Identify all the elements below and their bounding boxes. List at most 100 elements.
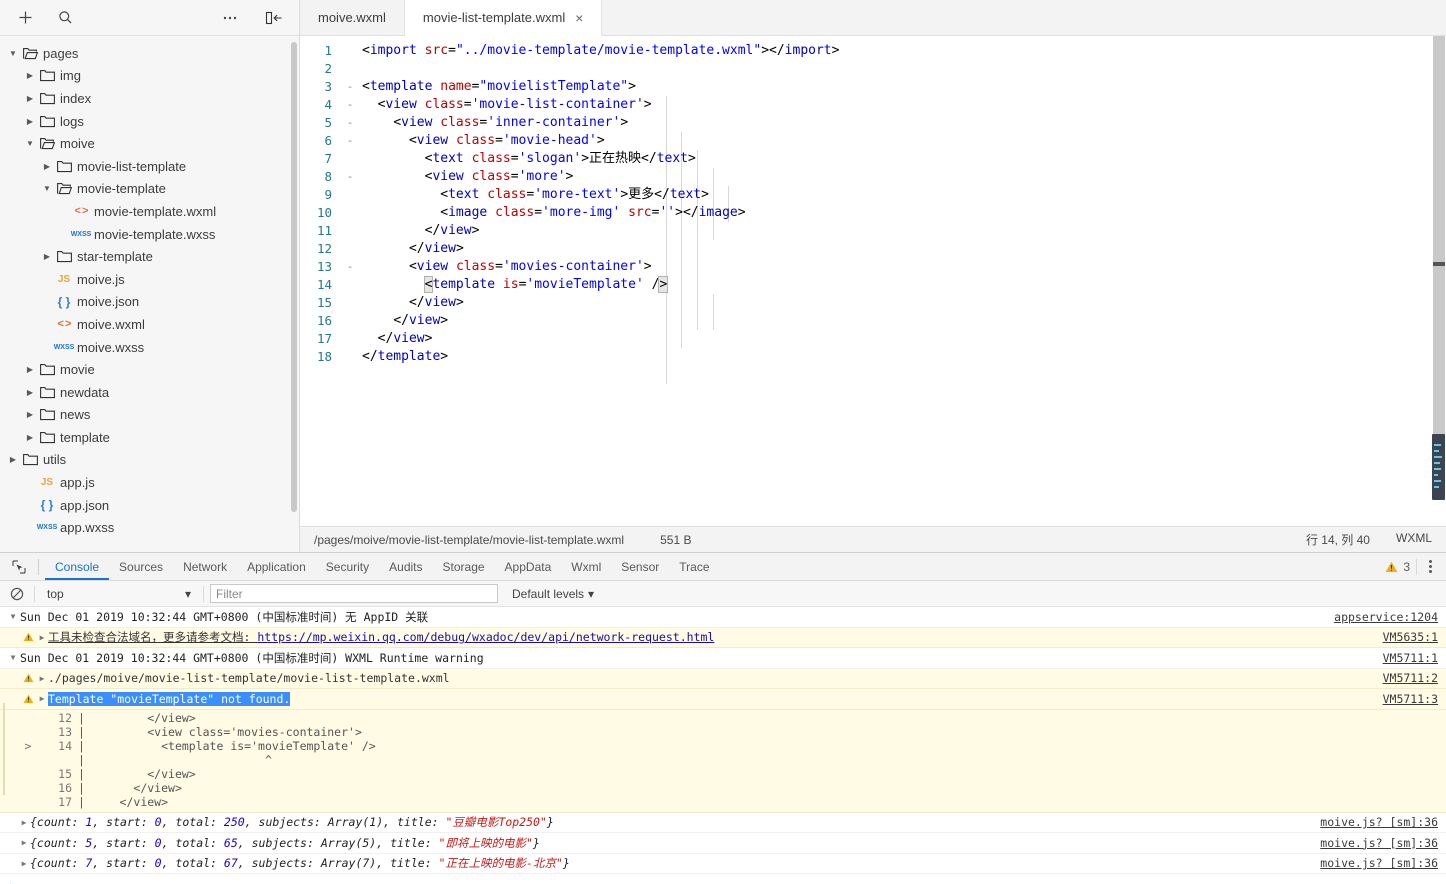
console-source-link[interactable]: VM5711:3 [1383, 692, 1438, 706]
code-line[interactable]: 1<import src="../movie-template/movie-te… [300, 42, 1446, 60]
devtools-more-icon[interactable] [1423, 560, 1438, 573]
search-icon[interactable] [52, 5, 78, 31]
twisty-icon[interactable]: ▶ [23, 410, 37, 419]
devtools-tab-audits[interactable]: Audits [379, 553, 432, 580]
code-line[interactable]: 6- <view class='movie-head'> [300, 132, 1446, 150]
console-source-link[interactable]: moive.js? [sm]:36 [1320, 836, 1438, 850]
console-warning-row-selected[interactable]: ▶Template "movieTemplate" not found.VM57… [0, 689, 1446, 710]
tree-folder-pages[interactable]: ▼pages [0, 42, 299, 65]
tree-file-movie-template.wxml[interactable]: < >movie-template.wxml [0, 200, 299, 223]
console-source-link[interactable]: moive.js? [sm]:36 [1320, 856, 1438, 870]
fold-toggle-icon[interactable] [342, 348, 358, 366]
twisty-icon[interactable]: ▶ [23, 365, 37, 374]
file-tree[interactable]: ▼pages▶img▶index▶logs▼moive▶movie-list-t… [0, 36, 299, 552]
console-source-link[interactable]: moive.js? [sm]:36 [1320, 815, 1438, 829]
console-group-header[interactable]: ▼Sun Dec 01 2019 10:32:44 GMT+0800 (中国标准… [0, 607, 1446, 628]
devtools-tab-security[interactable]: Security [316, 553, 379, 580]
code-line[interactable]: 10 <image class='more-img' src=''></imag… [300, 204, 1446, 222]
devtools-tab-console[interactable]: Console [45, 553, 109, 580]
editor-scrollbar-thumb[interactable] [1433, 36, 1445, 434]
devtools-tab-storage[interactable]: Storage [433, 553, 495, 580]
code-line[interactable]: 9 <text class='more-text'>更多</text> [300, 186, 1446, 204]
console-context-select[interactable]: top ▾ [41, 587, 197, 601]
tree-folder-movie[interactable]: ▶movie [0, 358, 299, 381]
console-object-row[interactable]: ▶{count: 7, start: 0, total: 67, subject… [0, 854, 1446, 875]
fold-toggle-icon[interactable] [342, 60, 358, 78]
twisty-icon[interactable]: ▼ [40, 184, 54, 193]
twisty-icon[interactable]: ▶ [40, 162, 54, 171]
twisty-icon[interactable]: ▶ [23, 94, 37, 103]
code-line[interactable]: 16 </view> [300, 312, 1446, 330]
tree-file-moive.js[interactable]: JSmoive.js [0, 268, 299, 291]
chevron-down-icon[interactable]: ▼ [6, 612, 20, 621]
devtools-tab-sensor[interactable]: Sensor [611, 553, 669, 580]
tree-folder-newdata[interactable]: ▶newdata [0, 381, 299, 404]
fold-toggle-icon[interactable] [342, 330, 358, 348]
chevron-right-icon[interactable]: ▶ [18, 838, 30, 847]
chevron-down-icon[interactable]: ▼ [6, 653, 20, 662]
tree-folder-utils[interactable]: ▶utils [0, 449, 299, 472]
warning-count-badge[interactable]: 3 [1385, 560, 1410, 574]
tree-folder-star-template[interactable]: ▶star-template [0, 245, 299, 268]
tree-file-moive.wxml[interactable]: < >moive.wxml [0, 313, 299, 336]
console-source-link[interactable]: appservice:1204 [1334, 610, 1438, 624]
fold-toggle-icon[interactable] [342, 186, 358, 204]
fold-toggle-icon[interactable]: - [342, 78, 358, 96]
chevron-right-icon[interactable]: ▶ [18, 818, 30, 827]
console-object-row[interactable]: ▶{count: 1, start: 0, total: 250, subjec… [0, 813, 1446, 834]
tree-folder-img[interactable]: ▶img [0, 65, 299, 88]
tree-file-moive.json[interactable]: { }moive.json [0, 291, 299, 314]
code-line[interactable]: 13- <view class='movies-container'> [300, 258, 1446, 276]
close-icon[interactable]: × [575, 11, 583, 25]
code-line[interactable]: 17 </view> [300, 330, 1446, 348]
console-source-link[interactable]: VM5635:1 [1383, 630, 1438, 644]
devtools-tab-appdata[interactable]: AppData [495, 553, 562, 580]
clear-console-icon[interactable] [6, 583, 28, 605]
code-line[interactable]: 15 </view> [300, 294, 1446, 312]
fold-toggle-icon[interactable]: - [342, 132, 358, 150]
code-line[interactable]: 18</template> [300, 348, 1446, 366]
devtools-tab-application[interactable]: Application [237, 553, 316, 580]
chevron-right-icon[interactable]: ▶ [36, 674, 48, 683]
twisty-icon[interactable]: ▶ [23, 117, 37, 126]
tree-file-app.js[interactable]: JSapp.js [0, 471, 299, 494]
console-source-link[interactable]: VM5711:2 [1383, 671, 1438, 685]
editor-tab-moive.wxml[interactable]: moive.wxml [300, 0, 405, 35]
devtools-tab-trace[interactable]: Trace [669, 553, 719, 580]
console-warning-row[interactable]: ▶./pages/moive/movie-list-template/movie… [0, 669, 1446, 690]
fold-toggle-icon[interactable] [342, 276, 358, 294]
editor-scrollbar[interactable] [1432, 36, 1446, 526]
fold-toggle-icon[interactable] [342, 42, 358, 60]
console-warning-row[interactable]: ▶工具未检查合法域名，更多请参考文档: https://mp.weixin.qq… [0, 628, 1446, 649]
fold-toggle-icon[interactable] [342, 204, 358, 222]
console-prompt[interactable]: › [0, 874, 1446, 884]
fold-toggle-icon[interactable]: - [342, 96, 358, 114]
fold-toggle-icon[interactable] [342, 222, 358, 240]
tree-file-moive.wxss[interactable]: WXSSmoive.wxss [0, 336, 299, 359]
more-options-icon[interactable] [217, 5, 243, 31]
code-line[interactable]: 7 <text class='slogan'>正在热映</text> [300, 150, 1446, 168]
console-message-link[interactable]: https://mp.weixin.qq.com/debug/wxadoc/de… [257, 630, 714, 644]
tree-folder-index[interactable]: ▶index [0, 87, 299, 110]
fold-toggle-icon[interactable] [342, 294, 358, 312]
tree-file-movie-template.wxss[interactable]: WXSSmovie-template.wxss [0, 223, 299, 246]
fold-toggle-icon[interactable] [342, 150, 358, 168]
tree-file-app.json[interactable]: { }app.json [0, 494, 299, 517]
devtools-tab-network[interactable]: Network [173, 553, 237, 580]
fold-toggle-icon[interactable]: - [342, 168, 358, 186]
add-file-icon[interactable] [12, 5, 38, 31]
twisty-icon[interactable]: ▶ [23, 388, 37, 397]
console-group-header[interactable]: ▼Sun Dec 01 2019 10:32:44 GMT+0800 (中国标准… [0, 648, 1446, 669]
code-line[interactable]: 5- <view class='inner-container'> [300, 114, 1446, 132]
explorer-scrollbar[interactable] [291, 42, 297, 512]
code-viewport[interactable]: 1<import src="../movie-template/movie-te… [300, 36, 1446, 526]
code-line[interactable]: 12 </view> [300, 240, 1446, 258]
chevron-right-icon[interactable]: ▶ [36, 694, 48, 703]
tree-folder-movie-list-template[interactable]: ▶movie-list-template [0, 155, 299, 178]
code-line[interactable]: 3-<template name="movielistTemplate"> [300, 78, 1446, 96]
devtools-tab-wxml[interactable]: Wxml [561, 553, 611, 580]
twisty-icon[interactable]: ▶ [40, 252, 54, 261]
devtools-tab-sources[interactable]: Sources [109, 553, 173, 580]
console-levels-select[interactable]: Default levels ▾ [512, 587, 594, 601]
tree-folder-template[interactable]: ▶template [0, 426, 299, 449]
